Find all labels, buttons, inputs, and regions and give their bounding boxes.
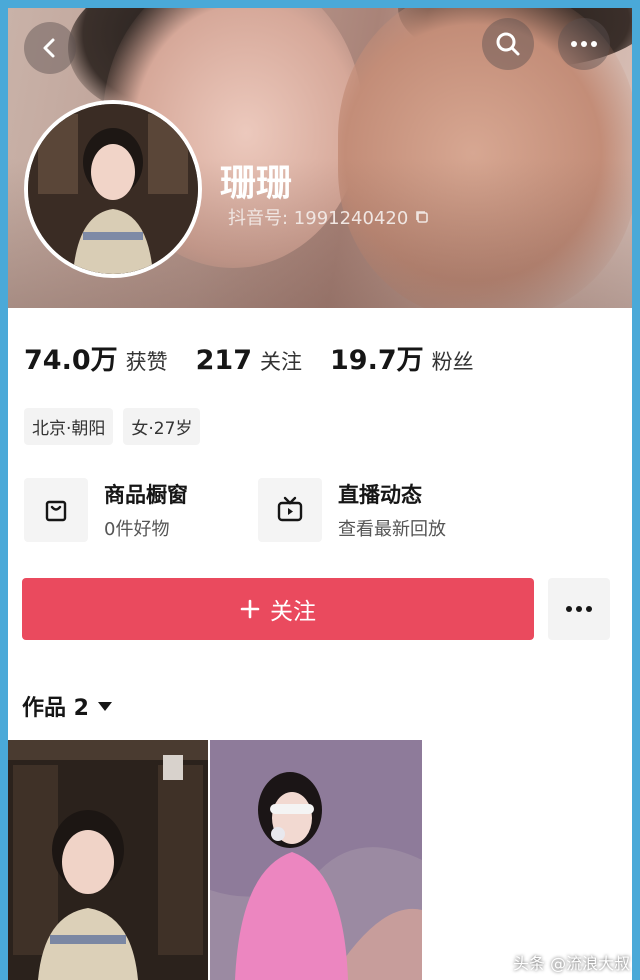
stat-following[interactable]: 217 关注 <box>196 345 302 376</box>
profile-screen: 珊珊 抖音号: 1991240420 74.0万 获赞 217 关注 19.7万… <box>8 8 632 980</box>
search-button[interactable] <box>482 18 534 70</box>
plus-icon <box>240 599 260 619</box>
copy-icon[interactable] <box>414 209 430 225</box>
shop-window-title: 商品橱窗 <box>104 483 188 507</box>
douyin-id-text: 抖音号: 1991240420 <box>228 208 409 229</box>
stat-following-label: 关注 <box>260 350 302 374</box>
profile-banner: 珊珊 抖音号: 1991240420 <box>8 8 632 308</box>
tv-icon <box>258 478 322 542</box>
caret-down-icon <box>97 702 112 711</box>
profile-info-panel: 74.0万 获赞 217 关注 19.7万 粉丝 北京·朝阳 女·27岁 商品橱… <box>8 308 632 980</box>
stat-likes[interactable]: 74.0万 获赞 <box>24 338 168 377</box>
stat-likes-label: 获赞 <box>125 350 168 374</box>
more-dots-icon <box>566 606 592 612</box>
tab-works-label: 作品 2 <box>22 696 89 721</box>
live-updates-subtitle: 查看最新回放 <box>338 519 446 540</box>
live-updates-title: 直播动态 <box>338 483 422 507</box>
search-icon <box>496 32 520 56</box>
douyin-id-row[interactable]: 抖音号: 1991240420 <box>228 204 430 230</box>
stat-followers[interactable]: 19.7万 粉丝 <box>330 338 474 377</box>
location-tag: 北京·朝阳 <box>24 408 114 445</box>
live-updates-entry[interactable]: 直播动态 查看最新回放 <box>258 478 446 542</box>
stat-following-value: 217 <box>195 345 252 376</box>
back-button[interactable] <box>24 22 76 74</box>
stat-followers-value: 19.7万 <box>330 345 424 376</box>
stat-followers-label: 粉丝 <box>431 350 474 374</box>
follow-button[interactable]: 关注 <box>22 578 534 640</box>
follow-button-label: 关注 <box>270 599 316 625</box>
stat-likes-value: 74.0万 <box>24 345 118 376</box>
video-thumbnail[interactable] <box>8 740 208 980</box>
tab-works[interactable]: 作品 2 <box>22 690 113 722</box>
more-options-button[interactable] <box>558 18 610 70</box>
shop-window-entry[interactable]: 商品橱窗 0件好物 <box>24 478 188 542</box>
video-thumbnail[interactable] <box>210 740 422 980</box>
avatar[interactable] <box>24 100 202 278</box>
gender-age-tag: 女·27岁 <box>123 408 201 445</box>
source-watermark: 头条 @流浪大叔 <box>513 954 631 973</box>
video-thumbnail-image <box>8 740 208 980</box>
stats-row: 74.0万 获赞 217 关注 19.7万 粉丝 <box>24 338 474 377</box>
chevron-left-icon <box>43 38 55 58</box>
profile-tags: 北京·朝阳 女·27岁 <box>24 408 201 445</box>
avatar-photo <box>28 104 198 274</box>
video-thumbnail-image <box>210 740 422 980</box>
profile-nickname: 珊珊 <box>220 163 293 204</box>
shop-bag-icon <box>24 478 88 542</box>
shop-window-subtitle: 0件好物 <box>104 519 170 540</box>
follow-more-button[interactable] <box>548 578 610 640</box>
more-dots-icon <box>571 41 597 47</box>
